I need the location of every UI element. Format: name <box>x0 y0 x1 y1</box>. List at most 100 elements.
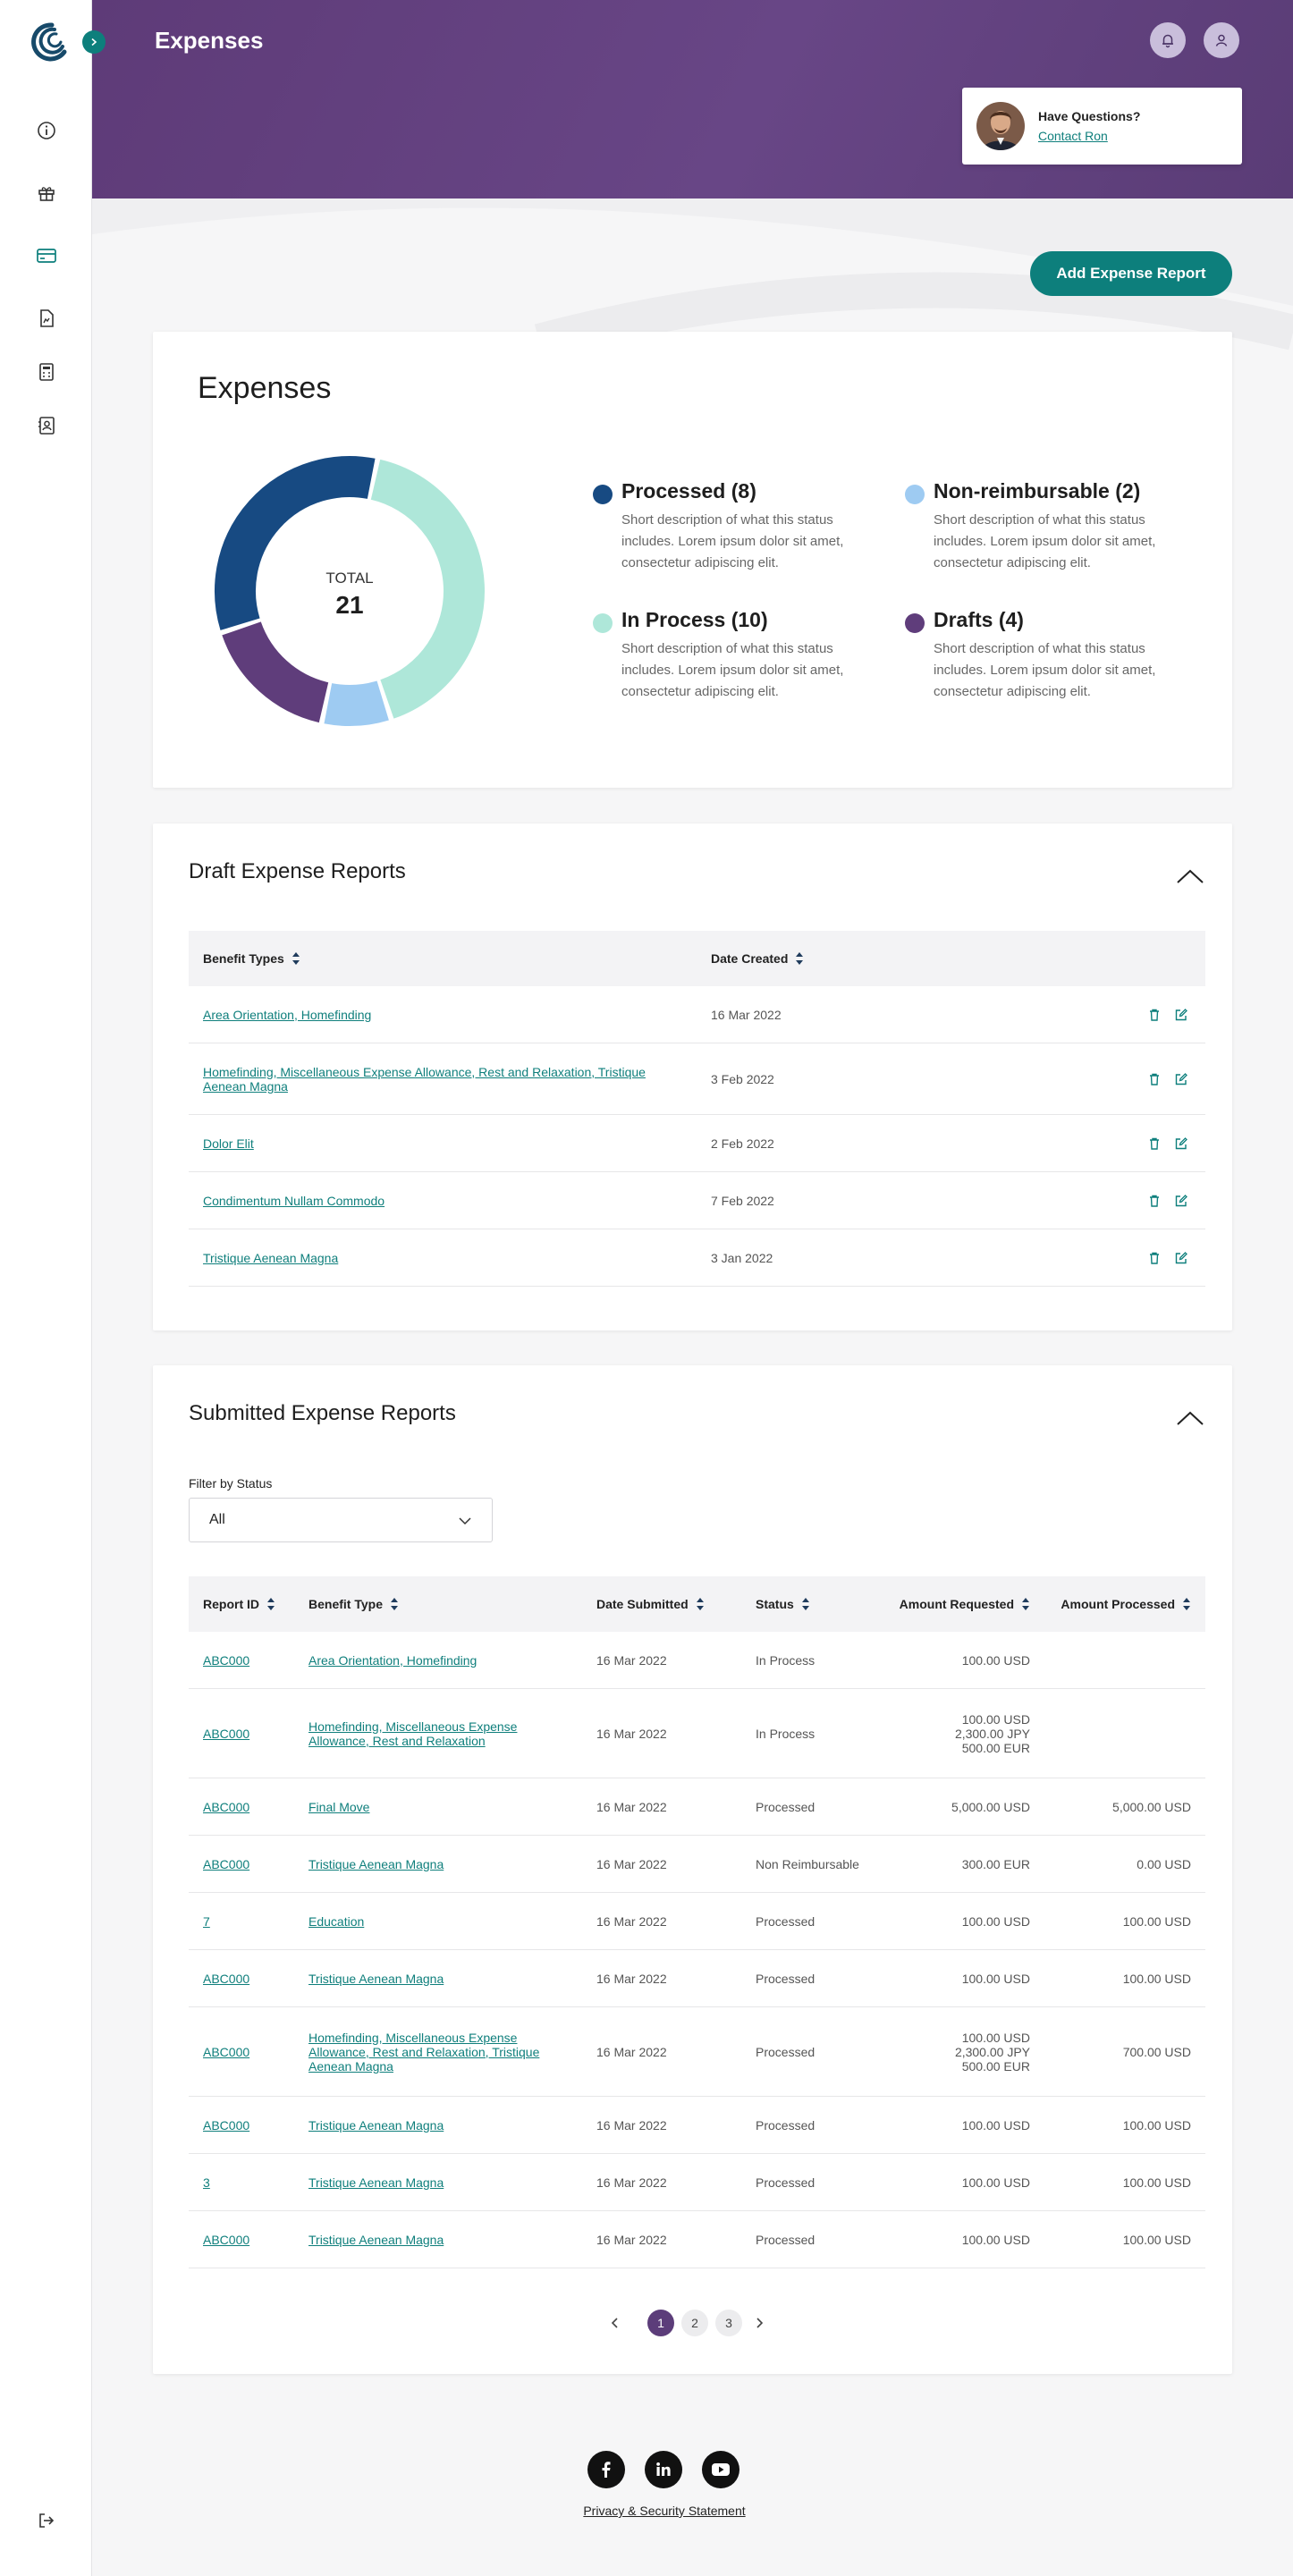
calculator-icon[interactable] <box>34 359 59 384</box>
sort-report-id[interactable]: Report ID <box>203 1576 275 1632</box>
edit-icon[interactable] <box>1171 1005 1191 1025</box>
table-row: ABC000 Homefinding, Miscellaneous Expense… <box>189 2007 1205 2097</box>
gift-icon[interactable] <box>34 181 59 206</box>
page-1-button[interactable]: 1 <box>647 2310 674 2336</box>
benefit-link[interactable]: Tristique Aenean Magna <box>308 1857 444 1871</box>
page-title: Expenses <box>155 27 264 54</box>
table-row: ABC000 Area Orientation, Homefinding 16 Ma… <box>189 1632 1205 1689</box>
benefit-link[interactable]: Final Move <box>308 1800 369 1814</box>
amount-requested-line: 100.00 USD <box>961 1913 1030 1929</box>
chevron-down-icon <box>459 1517 471 1525</box>
benefit-link[interactable]: Area Orientation, Homefinding <box>203 1008 371 1022</box>
document-icon[interactable] <box>34 306 59 331</box>
notifications-button[interactable] <box>1150 22 1186 58</box>
report-id-cell: ABC000 <box>203 1689 301 1778</box>
status-cell: Processed <box>756 2175 816 2190</box>
date-cell: 3 Feb 2022 <box>711 1071 774 1086</box>
benefit-link[interactable]: Tristique Aenean Magna <box>308 2233 444 2247</box>
report-id-link[interactable]: ABC000 <box>203 1800 249 1814</box>
page-3-button[interactable]: 3 <box>715 2310 742 2336</box>
delete-icon[interactable] <box>1145 1191 1164 1211</box>
table-row: Tristique Aenean Magna 3 Jan 2022 <box>189 1229 1205 1287</box>
benefit-cell: Tristique Aenean Magna <box>308 2097 577 2153</box>
report-id-link[interactable]: 7 <box>203 1914 210 1929</box>
youtube-icon[interactable] <box>702 2451 739 2488</box>
delete-icon[interactable] <box>1145 1134 1164 1153</box>
date-cell: 16 Mar 2022 <box>596 2117 667 2133</box>
sidebar-toggle-button[interactable] <box>82 30 106 54</box>
report-id-link[interactable]: ABC000 <box>203 1727 249 1741</box>
logo-icon[interactable] <box>25 21 70 63</box>
table-row: Area Orientation, Homefinding 16 Mar 2022 <box>189 986 1205 1043</box>
previous-page-button[interactable] <box>602 2310 629 2336</box>
edit-icon[interactable] <box>1171 1191 1191 1211</box>
report-id-link[interactable]: ABC000 <box>203 1857 249 1871</box>
benefit-link[interactable]: Education <box>308 1914 364 1929</box>
benefit-link[interactable]: Tristique Aenean Magna <box>308 2118 444 2133</box>
report-id-link[interactable]: ABC000 <box>203 2233 249 2247</box>
benefit-link[interactable]: Homefinding, Miscellaneous Expense Allow… <box>308 1719 577 1748</box>
page-2-button[interactable]: 2 <box>681 2310 708 2336</box>
benefit-link[interactable]: Tristique Aenean Magna <box>203 1251 338 1265</box>
delete-icon[interactable] <box>1145 1248 1164 1268</box>
date-cell: 16 Mar 2022 <box>596 2044 667 2059</box>
collapse-submitted-button[interactable] <box>1175 1403 1205 1433</box>
sort-amount-requested[interactable]: Amount Requested <box>900 1576 1030 1632</box>
contact-card-icon[interactable] <box>34 413 59 438</box>
benefit-link[interactable]: Homefinding, Miscellaneous Expense Allow… <box>203 1065 668 1094</box>
linkedin-icon[interactable] <box>645 2451 682 2488</box>
legend-dot <box>905 613 925 633</box>
facebook-icon[interactable] <box>587 2451 625 2488</box>
legend-description: Short description of what this status in… <box>934 641 1156 699</box>
sort-icon <box>801 1597 810 1611</box>
benefit-link[interactable]: Tristique Aenean Magna <box>308 2175 444 2190</box>
legend-dot <box>593 613 613 633</box>
benefit-link[interactable]: Area Orientation, Homefinding <box>308 1653 477 1668</box>
amount-requested-cell: 100.00 USD <box>878 1950 1030 2006</box>
report-id-link[interactable]: ABC000 <box>203 2045 249 2059</box>
date-cell: 16 Mar 2022 <box>711 1007 782 1022</box>
logout-icon[interactable] <box>34 2508 59 2533</box>
benefit-link[interactable]: Dolor Elit <box>203 1136 254 1151</box>
edit-icon[interactable] <box>1171 1069 1191 1089</box>
next-page-button[interactable] <box>746 2310 773 2336</box>
contact-link[interactable]: Contact Ron <box>1038 129 1108 143</box>
report-id-link[interactable]: ABC000 <box>203 1972 249 1986</box>
sort-benefit-type[interactable]: Benefit Type <box>308 1576 399 1632</box>
sort-benefit-types[interactable]: Benefit Types <box>203 931 300 986</box>
sort-date-submitted[interactable]: Date Submitted <box>596 1576 705 1632</box>
profile-button[interactable] <box>1204 22 1239 58</box>
chevron-right-icon <box>756 2318 764 2328</box>
privacy-statement-link[interactable]: Privacy & Security Statement <box>537 2504 792 2518</box>
sort-status[interactable]: Status <box>756 1576 810 1632</box>
amount-requested-cell: 5,000.00 USD <box>878 1778 1030 1835</box>
report-id-link[interactable]: 3 <box>203 2175 210 2190</box>
benefit-link[interactable]: Homefinding, Miscellaneous Expense Allow… <box>308 2031 577 2073</box>
report-id-link[interactable]: ABC000 <box>203 2118 249 2133</box>
filter-value: All <box>209 1512 225 1527</box>
info-icon[interactable] <box>34 118 59 143</box>
status-filter-select[interactable]: All <box>189 1498 493 1542</box>
amount-processed-cell: 100.00 USD <box>1122 2117 1191 2133</box>
amount-processed-cell: 100.00 USD <box>1122 1971 1191 1986</box>
add-expense-report-button[interactable]: Add Expense Report <box>1030 251 1232 296</box>
report-id-link[interactable]: ABC000 <box>203 1653 249 1668</box>
donut-total-value: 21 <box>335 591 363 619</box>
benefit-link[interactable]: Tristique Aenean Magna <box>308 1972 444 1986</box>
column-header: Status <box>756 1597 794 1611</box>
amount-requested-line: 100.00 USD <box>961 1652 1030 1668</box>
edit-icon[interactable] <box>1171 1134 1191 1153</box>
column-header: Date Submitted <box>596 1597 689 1611</box>
delete-icon[interactable] <box>1145 1069 1164 1089</box>
avatar <box>976 102 1025 150</box>
submitted-section-title: Submitted Expense Reports <box>189 1401 456 1425</box>
credit-card-icon[interactable] <box>34 243 59 268</box>
amount-requested-cell: 100.00 USD <box>878 2097 1030 2153</box>
collapse-draft-button[interactable] <box>1175 861 1205 891</box>
sort-date-created[interactable]: Date Created <box>711 931 804 986</box>
edit-icon[interactable] <box>1171 1248 1191 1268</box>
benefit-link[interactable]: Condimentum Nullam Commodo <box>203 1194 385 1208</box>
sort-amount-processed[interactable]: Amount Processed <box>1061 1576 1191 1632</box>
legend-label: Processed (8) <box>621 479 756 503</box>
delete-icon[interactable] <box>1145 1005 1164 1025</box>
